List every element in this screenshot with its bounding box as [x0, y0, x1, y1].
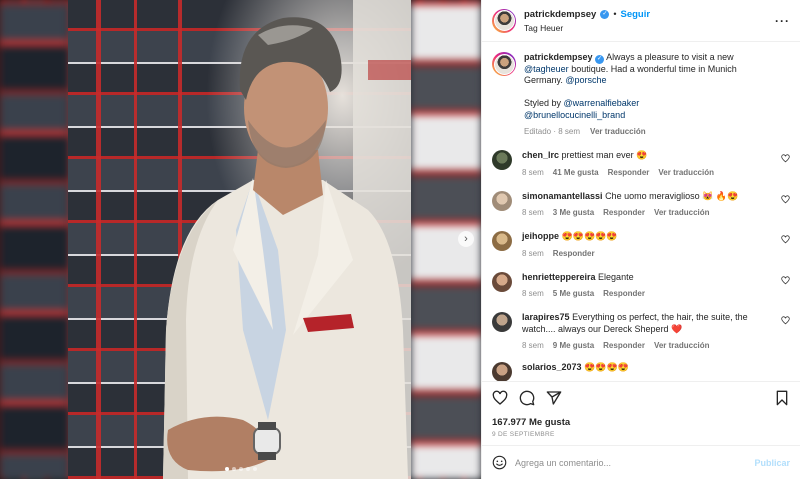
- comment-username[interactable]: henrietteppereira: [522, 272, 596, 282]
- follow-button[interactable]: Seguir: [621, 9, 651, 20]
- comment-time[interactable]: 8 sem: [522, 208, 544, 217]
- mention-link[interactable]: @brunellocucinelli_brand: [524, 110, 625, 120]
- share-icon[interactable]: [546, 390, 562, 406]
- comment-time[interactable]: 8 sem: [522, 289, 544, 298]
- verified-icon: ✓: [600, 9, 610, 19]
- comment-username[interactable]: simonamantellassi: [522, 191, 603, 201]
- comment-avatar[interactable]: [492, 231, 512, 251]
- caption-username[interactable]: patrickdempsey: [524, 52, 593, 62]
- post-caption: patrickdempsey ✓ Always a pleasure to vi…: [492, 52, 790, 136]
- comment-likes[interactable]: 5 Me gusta: [553, 289, 594, 298]
- emoji-icon[interactable]: [492, 455, 507, 470]
- carousel-dot: [245, 467, 250, 471]
- post-side-panel: patrickdempsey ✓ • Seguir Tag Heuer ··· …: [481, 0, 800, 479]
- post-date[interactable]: 9 DE SEPTIEMBRE: [492, 431, 790, 438]
- comment-time[interactable]: 8 sem: [522, 168, 544, 177]
- mention-link[interactable]: @porsche: [565, 75, 606, 85]
- like-comment-heart-icon[interactable]: [781, 316, 790, 325]
- comment-item: henrietteppereira Elegante 8 sem 5 Me gu…: [492, 271, 790, 298]
- reply-button[interactable]: Responder: [603, 208, 645, 217]
- reply-button[interactable]: Responder: [603, 289, 645, 298]
- carousel-dot: [252, 467, 257, 471]
- comment-likes[interactable]: 9 Me gusta: [553, 341, 594, 350]
- reply-button[interactable]: Responder: [608, 168, 650, 177]
- like-comment-heart-icon[interactable]: [781, 194, 790, 204]
- bookmark-icon[interactable]: [774, 390, 790, 406]
- comment-username[interactable]: chen_lrc: [522, 150, 559, 160]
- comments-scroll-area[interactable]: patrickdempsey ✓ Always a pleasure to vi…: [482, 42, 800, 381]
- comment-text: Elegante: [598, 271, 634, 282]
- translate-link[interactable]: Ver traducción: [654, 341, 710, 350]
- mention-link[interactable]: @warrenalfiebaker: [564, 98, 640, 108]
- comment-username[interactable]: solarios_2073: [522, 362, 582, 372]
- separator-dot: •: [613, 9, 617, 19]
- carousel-dot: [238, 467, 243, 471]
- chevron-right-icon: ›: [464, 232, 468, 245]
- post-header: patrickdempsey ✓ • Seguir Tag Heuer ···: [482, 0, 800, 42]
- comment-text: Che uomo meraviglioso 😻 🔥😍: [605, 190, 739, 201]
- comment-time[interactable]: 8 sem: [522, 341, 544, 350]
- reply-button[interactable]: Responder: [553, 249, 595, 258]
- comment-likes[interactable]: 41 Me gusta: [553, 168, 599, 177]
- comment-avatar[interactable]: [492, 150, 512, 170]
- comment-likes[interactable]: 3 Me gusta: [553, 208, 594, 217]
- caption-text-part: Always a pleasure to visit a new: [606, 52, 734, 62]
- comment-item: larapires75 Everything os perfect, the h…: [492, 312, 790, 350]
- author-username[interactable]: patrickdempsey: [524, 9, 596, 20]
- comment-username[interactable]: jeihoppe: [522, 231, 559, 241]
- man-in-white-suit: [163, 0, 411, 479]
- comment-item: jeihoppe 😍😍😍😍😍 8 sem Responder: [492, 231, 790, 258]
- comment-avatar[interactable]: [492, 190, 512, 211]
- publish-button[interactable]: Publicar: [754, 458, 790, 468]
- like-comment-heart-icon[interactable]: [781, 235, 790, 244]
- likes-count[interactable]: 167.977 Me gusta: [492, 417, 790, 428]
- translate-link[interactable]: Ver traducción: [654, 208, 710, 217]
- comment-item: simonamantellassi Che uomo meraviglioso …: [492, 190, 790, 217]
- like-comment-heart-icon[interactable]: [781, 154, 790, 163]
- comment-text: 😍😍😍😍: [584, 362, 629, 372]
- like-comment-heart-icon[interactable]: [781, 275, 790, 285]
- caption-meta: Editado · 8 sem Ver traducción: [524, 127, 646, 136]
- mention-link[interactable]: @tagheuer: [524, 64, 569, 74]
- carousel-next-button[interactable]: ›: [458, 231, 474, 247]
- comment-username[interactable]: larapires75: [522, 312, 570, 322]
- carousel-dot: [231, 467, 236, 471]
- caption-text: patrickdempsey ✓ Always a pleasure to vi…: [524, 52, 756, 121]
- add-comment-bar: Publicar: [482, 445, 800, 479]
- post-media[interactable]: ›: [0, 0, 481, 479]
- carousel-pagination: [224, 467, 257, 471]
- author-avatar[interactable]: [492, 8, 516, 33]
- caption-author-avatar[interactable]: [492, 52, 516, 76]
- post-location[interactable]: Tag Heuer: [524, 23, 650, 33]
- comment-item: chen_lrc prettiest man ever 😍 8 sem 41 M…: [492, 150, 790, 177]
- carousel-dot: [224, 467, 229, 471]
- instagram-post-modal: › patrickdempsey ✓ • Seguir Tag Heuer ··…: [0, 0, 800, 479]
- verified-icon: ✓: [595, 54, 605, 64]
- more-icon[interactable]: ···: [775, 14, 790, 28]
- reply-button[interactable]: Responder: [603, 341, 645, 350]
- comment-item: solarios_2073 😍😍😍😍: [492, 362, 790, 381]
- heart-icon[interactable]: [492, 390, 508, 406]
- post-actions: 167.977 Me gusta 9 DE SEPTIEMBRE: [482, 381, 800, 445]
- caption-time[interactable]: 8 sem: [558, 127, 580, 136]
- comment-avatar[interactable]: [492, 362, 512, 381]
- translate-link[interactable]: Ver traducción: [658, 168, 714, 177]
- caption-text-part: Styled by: [524, 98, 562, 108]
- edited-label: Editado: [524, 127, 552, 136]
- comment-input[interactable]: [515, 457, 747, 468]
- media-left-edge: [0, 0, 68, 479]
- comment-avatar[interactable]: [492, 271, 512, 292]
- comment-text: prettiest man ever 😍: [561, 150, 648, 160]
- comment-text: 😍😍😍😍😍: [561, 231, 618, 241]
- translate-link[interactable]: Ver traducción: [590, 127, 646, 136]
- comment-time[interactable]: 8 sem: [522, 249, 544, 258]
- post-photo: [68, 0, 411, 479]
- comment-icon[interactable]: [519, 390, 535, 406]
- comment-avatar[interactable]: [492, 312, 512, 332]
